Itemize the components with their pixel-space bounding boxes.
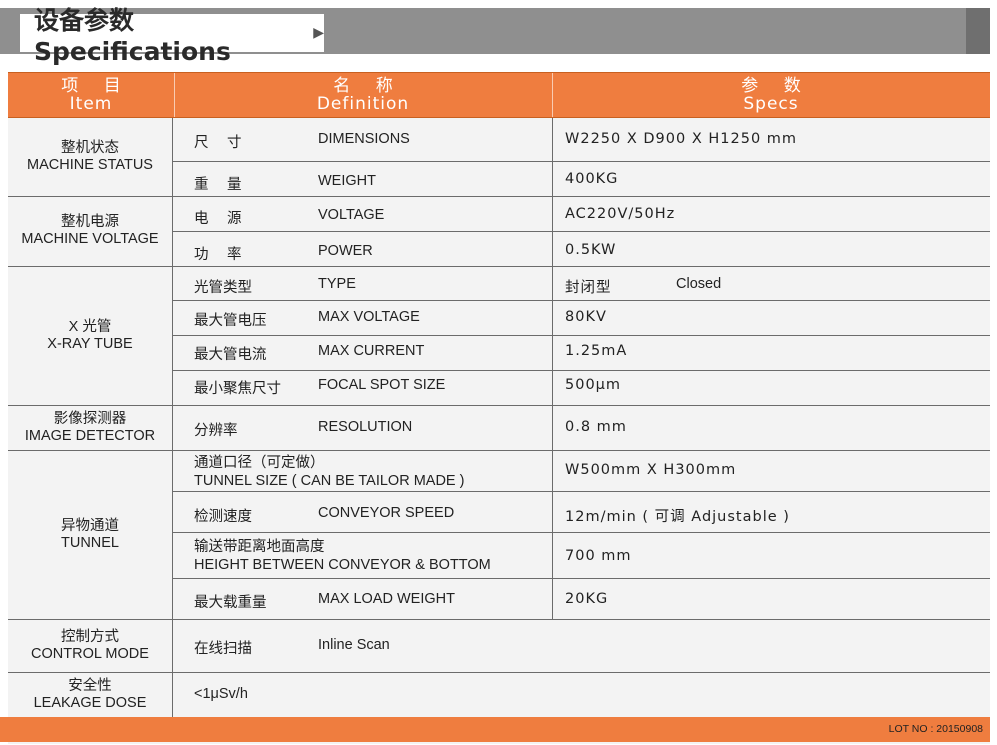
group-machine-status: 整机状态 MACHINE STATUS xyxy=(8,118,172,196)
row-def-cn: 最小聚焦尺寸 xyxy=(194,381,281,397)
page-title-text: 设备参数 Specifications xyxy=(34,5,231,66)
row-def-cn: <1μSv/h xyxy=(194,686,248,702)
header-definition-en: Definition xyxy=(316,94,410,114)
row-def-en: DIMENSIONS xyxy=(318,131,410,147)
column-divider xyxy=(172,118,173,717)
row-separator xyxy=(172,491,990,492)
group-label-en: MACHINE VOLTAGE xyxy=(21,231,159,247)
group-label-en: X-RAY TUBE xyxy=(47,335,133,352)
row-def-cn: 通道口径（可定做） xyxy=(194,455,325,471)
footer-bar xyxy=(0,717,990,742)
row-def-cn: 光管类型 xyxy=(194,280,252,296)
row-spec: 0.8 mm xyxy=(565,419,627,435)
group-label-en: MACHINE STATUS xyxy=(27,157,153,173)
row-def-en: MAX LOAD WEIGHT xyxy=(318,591,455,607)
page-title: 设备参数 Specifications ▶ xyxy=(20,6,324,66)
group-label-en: LEAKAGE DOSE xyxy=(33,694,147,711)
group-label-en: IMAGE DETECTOR xyxy=(24,427,156,444)
banner-accent xyxy=(966,8,990,54)
header-definition-cn: 名 称 xyxy=(333,76,403,96)
row-def-en: TYPE xyxy=(318,276,356,292)
lot-number: LOT NO : 20150908 xyxy=(888,723,983,735)
row-spec: 20KG xyxy=(565,591,609,607)
row-def-en: POWER xyxy=(318,243,373,259)
row-def-en: MAX CURRENT xyxy=(318,343,425,359)
row-def-cn: 最大管电压 xyxy=(194,313,267,329)
group-label-cn: 整机状态 xyxy=(61,140,119,156)
row-def-cn: 功 率 xyxy=(194,247,242,263)
row-spec: 80KV xyxy=(565,309,607,325)
header-item: 项 目 Item xyxy=(8,73,174,117)
row-def-en: MAX VOLTAGE xyxy=(318,309,420,325)
row-def-cn: 尺 寸 xyxy=(194,135,242,151)
header-banner: 设备参数 Specifications ▶ xyxy=(0,0,997,66)
group-control-mode: 控制方式 CONTROL MODE xyxy=(8,619,172,672)
group-image-detector: 影像探测器 IMAGE DETECTOR xyxy=(8,405,172,450)
row-def-cn: 分辨率 xyxy=(194,423,238,439)
row-spec: 0.5KW xyxy=(565,242,617,258)
group-machine-voltage: 整机电源 MACHINE VOLTAGE xyxy=(8,196,172,266)
row-def-en: CONVEYOR SPEED xyxy=(318,505,455,521)
row-spec: W2250 X D900 X H1250 mm xyxy=(565,131,798,147)
header-definition: 名 称 Definition xyxy=(174,73,552,117)
row-def-cn: 检测速度 xyxy=(194,509,252,525)
row-def-en: WEIGHT xyxy=(318,173,376,189)
row-separator xyxy=(172,231,990,232)
row-def-two-line: 输送带距离地面高度 HEIGHT BETWEEN CONVEYOR & BOTT… xyxy=(194,538,491,574)
row-spec: 1.25mA xyxy=(565,343,628,359)
row-def-en: RESOLUTION xyxy=(318,419,413,435)
group-label-en: CONTROL MODE xyxy=(31,645,149,662)
group-leakage-dose: 安全性 LEAKAGE DOSE xyxy=(8,672,172,717)
row-spec: 500μm xyxy=(565,377,622,393)
row-def-cn: 最大管电流 xyxy=(194,347,267,363)
row-spec-extra: Closed xyxy=(676,276,722,292)
row-def-en: HEIGHT BETWEEN CONVEYOR & BOTTOM xyxy=(194,557,491,573)
row-def-en: Inline Scan xyxy=(318,637,390,653)
group-label-cn: 影像探测器 xyxy=(53,410,127,427)
header-specs-en: Specs xyxy=(743,94,799,114)
row-separator xyxy=(172,532,990,533)
row-separator xyxy=(172,161,990,162)
row-def-cn: 重 量 xyxy=(194,177,242,193)
group-label-cn: 异物通道 xyxy=(61,517,119,534)
header-item-cn: 项 目 xyxy=(61,76,131,96)
group-label-cn: 安全性 xyxy=(68,677,112,694)
group-tunnel: 异物通道 TUNNEL xyxy=(8,450,172,619)
row-def-cn: 最大载重量 xyxy=(194,595,267,611)
row-def-en: FOCAL SPOT SIZE xyxy=(318,377,446,393)
row-spec: 700 mm xyxy=(565,548,632,564)
row-separator xyxy=(172,300,990,301)
row-def-two-line: 通道口径（可定做） TUNNEL SIZE ( CAN BE TAILOR MA… xyxy=(194,454,464,490)
group-xray-tube: X 光管 X-RAY TUBE xyxy=(8,266,172,405)
header-specs-cn: 参 数 xyxy=(741,76,811,96)
play-arrow-icon: ▶ xyxy=(313,25,324,41)
header-specs: 参 数 Specs xyxy=(552,73,990,117)
row-def-cn: 输送带距离地面高度 xyxy=(194,539,325,555)
row-spec: AC220V/50Hz xyxy=(565,206,676,222)
header-item-en: Item xyxy=(69,94,113,114)
row-spec: W500mm X H300mm xyxy=(565,462,737,478)
row-def-en: TUNNEL SIZE ( CAN BE TAILOR MADE ) xyxy=(194,473,465,489)
spec-table: 项 目 Item 名 称 Definition 参 数 Specs 整机状态 M… xyxy=(8,72,990,744)
group-label-cn: X 光管 xyxy=(68,318,112,335)
row-spec: 400KG xyxy=(565,171,619,187)
group-label-cn: 整机电源 xyxy=(61,214,119,230)
column-divider xyxy=(552,118,553,619)
row-spec: 12m/min ( 可调 Adjustable ) xyxy=(565,509,790,525)
row-separator xyxy=(172,335,990,336)
row-spec: 封闭型 xyxy=(565,280,612,296)
row-separator xyxy=(172,370,990,371)
row-separator xyxy=(172,578,990,579)
row-def-en: VOLTAGE xyxy=(318,207,385,223)
group-label-en: TUNNEL xyxy=(60,534,119,551)
row-def-cn: 在线扫描 xyxy=(194,641,252,657)
group-label-cn: 控制方式 xyxy=(61,628,119,645)
table-header: 项 目 Item 名 称 Definition 参 数 Specs xyxy=(8,72,990,118)
row-def-cn: 电 源 xyxy=(194,211,242,227)
